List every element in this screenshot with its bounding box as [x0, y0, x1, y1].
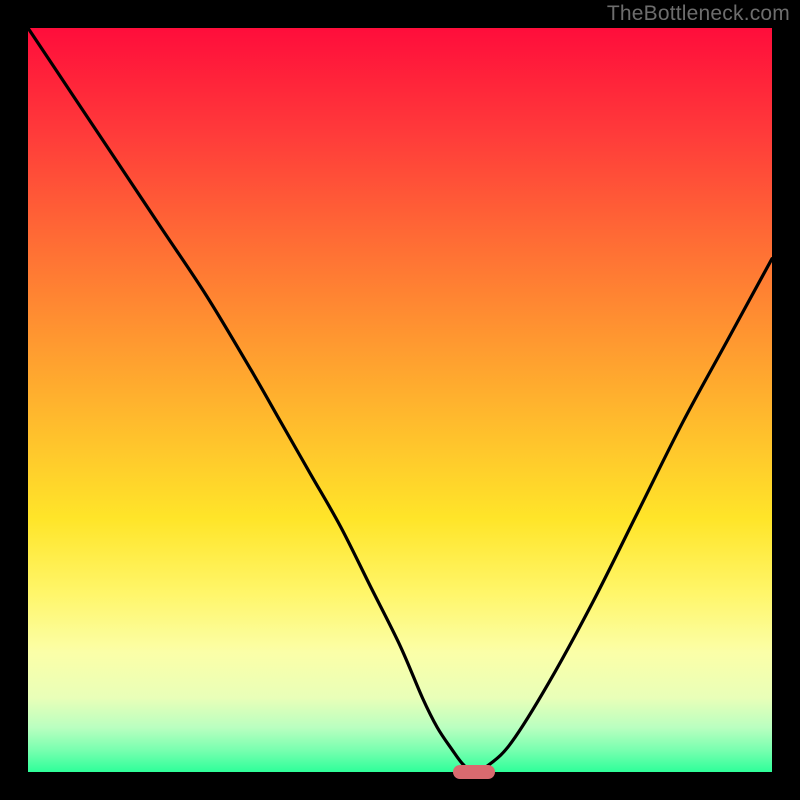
plot-area	[28, 28, 772, 772]
watermark-text: TheBottleneck.com	[607, 2, 790, 26]
outer-frame: TheBottleneck.com	[0, 0, 800, 800]
bottleneck-curve	[28, 28, 772, 772]
minimum-marker	[453, 765, 495, 779]
